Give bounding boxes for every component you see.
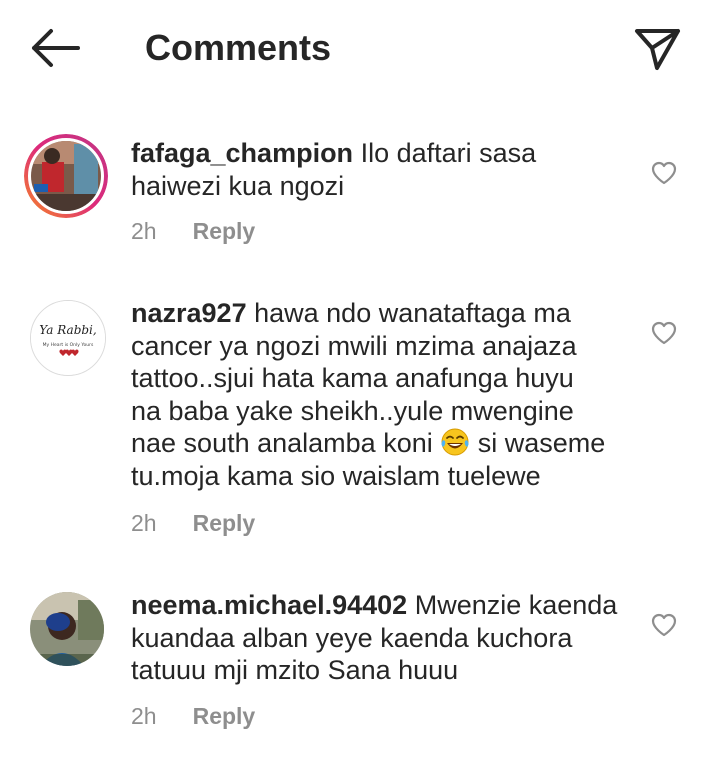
user-photo	[30, 592, 104, 666]
avatar-subcaption: My Heart is Only Yours	[43, 342, 94, 348]
comment-body: nae south analamba koni	[131, 428, 433, 458]
comment-body: si waseme	[477, 428, 606, 458]
avatar-caption: Ya Rabbi,	[39, 323, 96, 337]
reply-button[interactable]: Reply	[193, 217, 256, 245]
comment-body: Mwenzie kaenda	[414, 590, 618, 620]
like-button[interactable]	[651, 321, 677, 345]
user-photo: Ya Rabbi, My Heart is Only Yours	[31, 301, 105, 375]
comment-text: fafaga_champion Ilo daftari sasa haiwezi…	[131, 137, 631, 202]
comment-body: cancer ya ngozi mwili mzima anajaza	[131, 330, 577, 361]
comment-body: Ilo daftari sasa	[360, 138, 537, 168]
avatar[interactable]	[24, 134, 108, 218]
avatar[interactable]: Ya Rabbi, My Heart is Only Yours	[30, 300, 106, 376]
back-button[interactable]	[26, 24, 84, 72]
comment-body: hawa ndo wanataftaga ma	[254, 298, 571, 328]
comment-body: tatuuu mji mzito Sana huuu	[131, 655, 459, 685]
comment-username[interactable]: nazra927	[131, 298, 247, 328]
avatar[interactable]	[30, 592, 104, 666]
heart-icon	[651, 161, 677, 185]
comment-body: na baba yake sheikh..yule mwengine	[131, 395, 574, 426]
reply-button[interactable]: Reply	[193, 702, 256, 730]
comment-text: nazra927 hawa ndo wanataftaga ma cancer …	[131, 297, 631, 492]
paper-plane-icon	[635, 29, 680, 70]
comment-meta: 2h Reply	[131, 509, 255, 537]
comment-meta: 2h Reply	[131, 217, 255, 245]
like-button[interactable]	[651, 613, 677, 637]
comment-timestamp: 2h	[131, 510, 157, 536]
user-photo	[24, 134, 108, 218]
comment-body: tu.moja kama sio waislam tuelewe	[131, 460, 541, 491]
comment-timestamp: 2h	[131, 703, 157, 729]
heart-icon	[651, 613, 677, 637]
comment-body: kuandaa alban yeye kaenda kuchora	[131, 622, 573, 653]
reply-button[interactable]: Reply	[193, 509, 256, 537]
face-with-tears-of-joy-icon	[441, 428, 469, 456]
header-bar: Comments	[0, 0, 720, 96]
comment-username[interactable]: neema.michael.94402	[131, 590, 407, 620]
comment-body: haiwezi kua ngozi	[131, 170, 345, 201]
comment-text: neema.michael.94402 Mwenzie kaenda kuand…	[131, 589, 631, 687]
arrow-left-icon	[32, 29, 80, 67]
comment-username[interactable]: fafaga_champion	[131, 138, 353, 168]
like-button[interactable]	[651, 161, 677, 185]
page-title: Comments	[145, 27, 332, 68]
heart-icon	[651, 321, 677, 345]
share-button[interactable]	[630, 24, 684, 72]
comment-meta: 2h Reply	[131, 702, 255, 730]
comment-timestamp: 2h	[131, 218, 157, 244]
comment-body: tattoo..sjui hata kama anafunga huyu	[131, 363, 574, 393]
